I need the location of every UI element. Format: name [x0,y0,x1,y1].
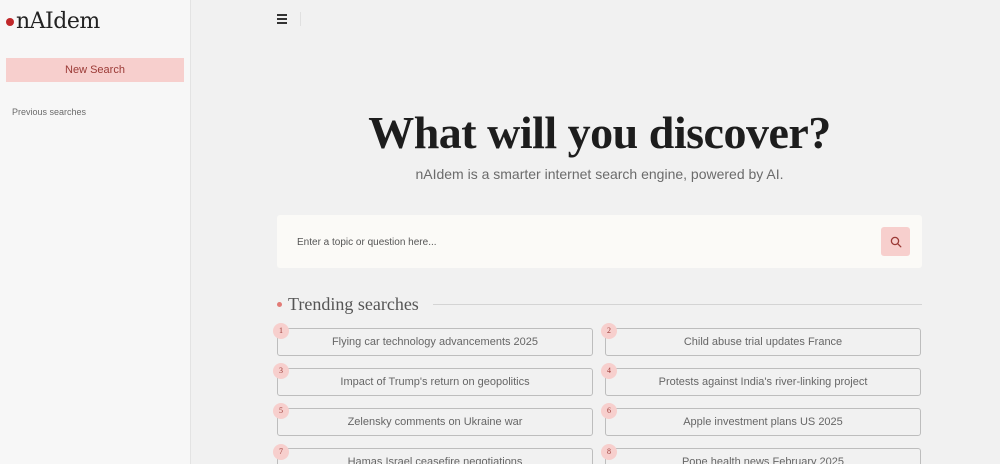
trending-item-label: Zelensky comments on Ukraine war [347,416,523,428]
trending-item-1[interactable]: Flying car technology advancements 2025 [277,328,593,356]
trending-number-badge: 7 [273,444,289,460]
trending-item-label: Impact of Trump's return on geopolitics [340,376,530,388]
trending-number-badge: 4 [601,363,617,379]
trending-item-label: Pope health news February 2025 [681,456,845,464]
trending-title: Trending searches [288,293,419,314]
search-input[interactable] [297,233,857,251]
trending-item-label: Hamas Israel ceasefire negotiations [347,456,523,464]
search-box [277,215,922,268]
trending-number-badge: 3 [273,363,289,379]
trending-item-label: Apple investment plans US 2025 [683,416,843,428]
trending-item-label: Protests against India's river-linking p… [658,376,868,388]
trending-item-label: Child abuse trial updates France [683,336,843,348]
trending-number-badge: 6 [601,403,617,419]
trending-number-badge: 2 [601,323,617,339]
logo-dot-icon [6,18,14,26]
trending-item-3[interactable]: Impact of Trump's return on geopolitics [277,368,593,396]
search-button[interactable] [881,227,910,256]
trending-number-badge: 1 [273,323,289,339]
previous-searches-label: Previous searches [12,107,87,117]
sidebar: nAIdem New Search Previous searches [0,0,191,464]
trending-divider [432,303,922,305]
logo[interactable]: nAIdem [6,9,100,34]
search-icon [890,236,901,247]
page-subtitle: nAIdem is a smarter internet search engi… [415,166,784,182]
trending-item-5[interactable]: Zelensky comments on Ukraine war [277,408,593,436]
trending-item-7[interactable]: Hamas Israel ceasefire negotiations [277,448,593,464]
hamburger-menu-icon[interactable] [277,12,291,26]
trending-number-badge: 5 [273,403,289,419]
trending-dot-icon [277,301,282,307]
trending-number-badge: 8 [601,444,617,460]
trending-item-label: Flying car technology advancements 2025 [331,336,539,348]
page-title: What will you discover? [368,107,831,158]
trending-item-8[interactable]: Pope health news February 2025 [605,448,921,464]
trending-header: Trending searches [277,293,922,315]
trending-item-6[interactable]: Apple investment plans US 2025 [605,408,921,436]
toolbar-divider [300,12,301,26]
trending-item-2[interactable]: Child abuse trial updates France [605,328,921,356]
logo-text: nAIdem [16,9,100,34]
trending-item-4[interactable]: Protests against India's river-linking p… [605,368,921,396]
new-search-button[interactable]: New Search [6,58,184,82]
